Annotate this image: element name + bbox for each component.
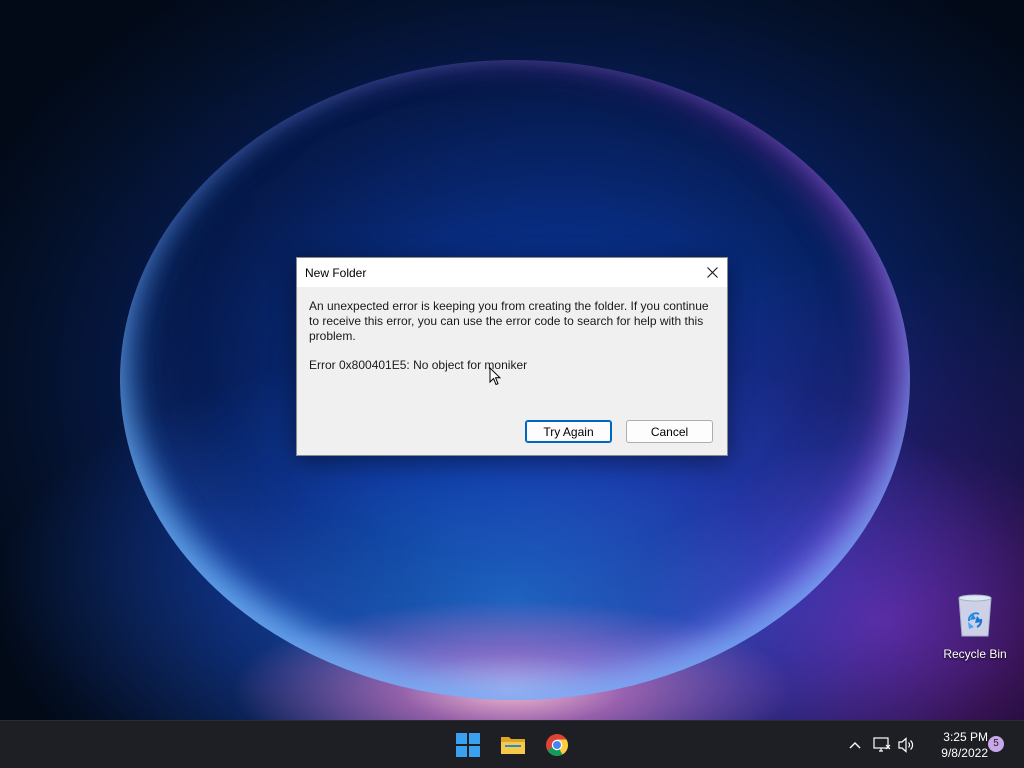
dialog-title: New Folder xyxy=(305,266,367,280)
clock-date: 9/8/2022 xyxy=(941,746,988,760)
recycle-bin-icon xyxy=(958,594,992,637)
recycle-bin-label: Recycle Bin xyxy=(943,647,1007,661)
show-hidden-icons-button[interactable] xyxy=(845,735,865,755)
chevron-up-icon xyxy=(849,742,861,749)
taskbar-file-explorer[interactable] xyxy=(497,729,529,761)
taskbar-chrome[interactable] xyxy=(541,729,573,761)
volume-icon xyxy=(898,737,914,753)
cancel-button[interactable]: Cancel xyxy=(626,420,713,443)
volume-button[interactable] xyxy=(897,735,917,755)
desktop-wallpaper: New Folder An unexpected error is keepin… xyxy=(0,0,1024,720)
taskbar-start-button[interactable] xyxy=(452,729,484,761)
error-code: Error 0x800401E5: No object for moniker xyxy=(309,358,528,372)
dialog-titlebar[interactable]: New Folder xyxy=(297,258,727,287)
close-icon xyxy=(706,267,718,278)
windows-start-icon xyxy=(456,733,480,757)
close-button[interactable] xyxy=(697,258,727,287)
network-status-button[interactable] xyxy=(872,735,892,755)
try-again-button[interactable]: Try Again xyxy=(525,420,612,443)
taskbar-clock[interactable]: 3:25 PM 9/8/2022 xyxy=(924,729,988,761)
taskbar: 3:25 PM 9/8/2022 xyxy=(0,720,1024,768)
dialog-body: An unexpected error is keeping you from … xyxy=(309,299,719,373)
error-message: An unexpected error is keeping you from … xyxy=(309,299,709,343)
desktop-icon-recycle-bin[interactable]: Recycle Bin xyxy=(940,594,1010,661)
folder-icon xyxy=(501,737,525,754)
notification-count-badge[interactable]: 5 xyxy=(988,736,1004,752)
network-icon xyxy=(873,737,891,752)
clock-time: 3:25 PM xyxy=(943,730,988,744)
error-dialog: New Folder An unexpected error is keepin… xyxy=(296,257,728,456)
mouse-cursor-icon xyxy=(489,367,501,386)
chrome-icon xyxy=(546,734,568,756)
